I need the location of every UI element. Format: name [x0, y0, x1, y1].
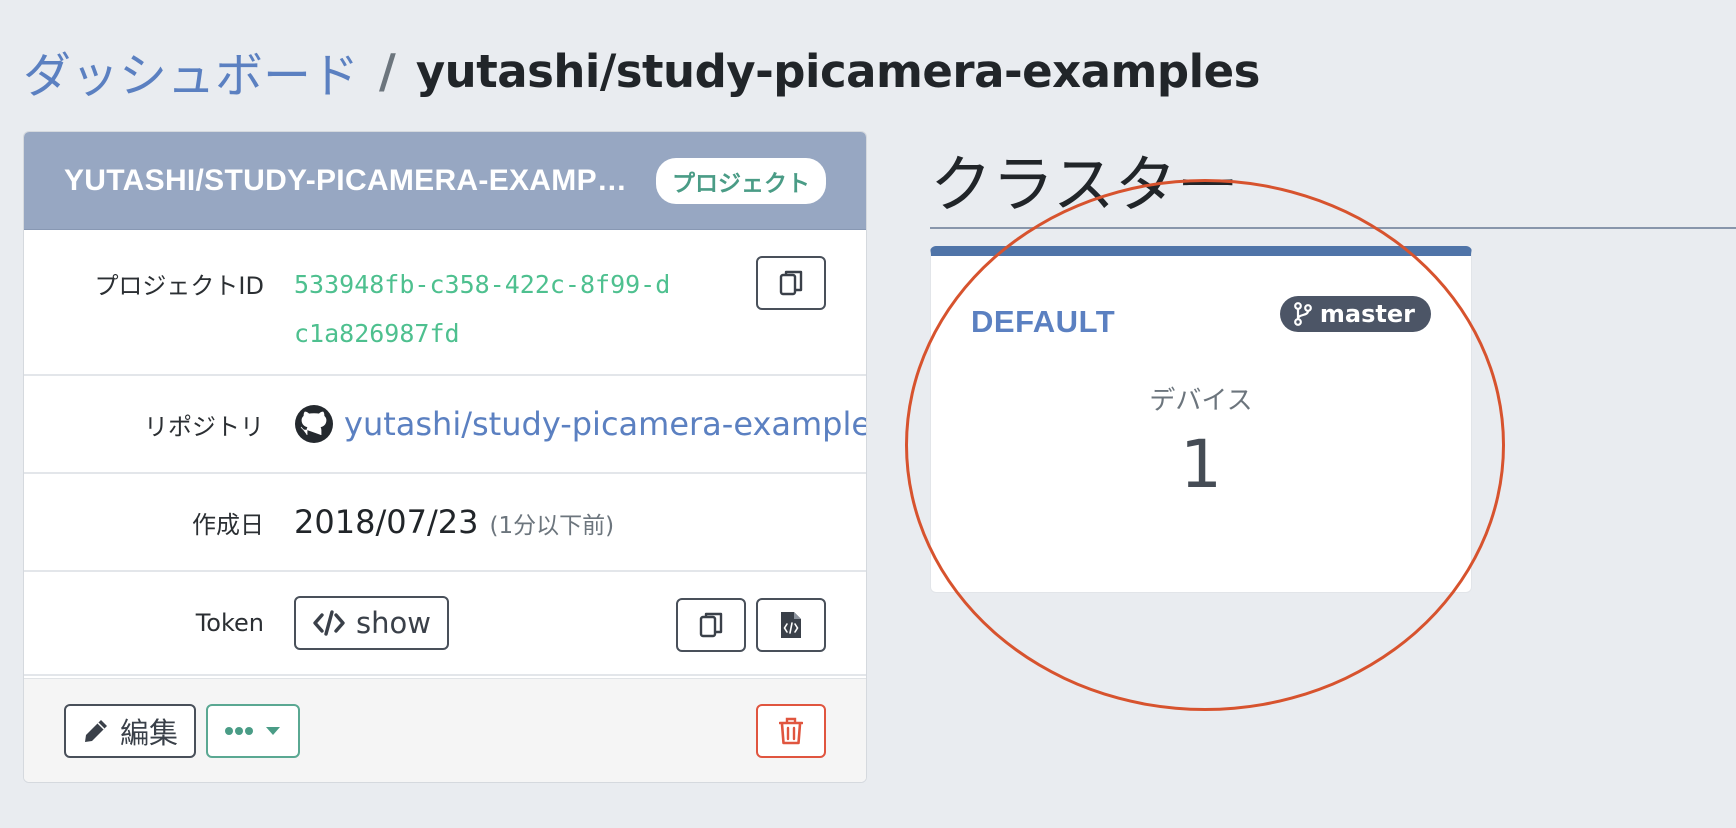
- github-icon: [295, 405, 333, 443]
- repository-value-wrap: yutashi/study-picamera-examples: [294, 404, 867, 444]
- caret-down-icon: [266, 726, 281, 735]
- token-actions: [676, 598, 826, 652]
- show-token-button[interactable]: show: [294, 596, 449, 650]
- project-title: YUTASHI/STUDY-PICAMERA-EXAMPLES: [64, 163, 642, 197]
- repository-link-text: yutashi/study-picamera-examples: [344, 405, 867, 443]
- code-icon: [313, 610, 345, 636]
- copy-token-button[interactable]: [676, 598, 746, 652]
- cluster-name-link[interactable]: DEFAULT: [971, 304, 1115, 340]
- trash-icon: [779, 717, 803, 744]
- created-date: 2018/07/23: [294, 503, 479, 541]
- repository-link[interactable]: yutashi/study-picamera-examples: [294, 404, 867, 444]
- code-file-icon: [781, 612, 801, 638]
- repository-row: リポジトリ yutashi/study-picamera-examples: [24, 376, 866, 474]
- show-token-label: show: [356, 606, 431, 640]
- more-actions-dropdown[interactable]: [206, 703, 301, 758]
- repository-label: リポジトリ: [144, 412, 264, 441]
- token-row: Token show: [24, 572, 866, 676]
- created-row: 作成日 2018/07/23 (1分以下前): [24, 474, 866, 572]
- device-count: 1: [1180, 426, 1222, 503]
- project-id-label: プロジェクトID: [94, 272, 264, 300]
- breadcrumb-separator: /: [379, 44, 396, 98]
- ellipsis-icon: [225, 726, 254, 735]
- project-card: YUTASHI/STUDY-PICAMERA-EXAMPLES プロジェクト プ…: [23, 131, 867, 783]
- breadcrumb-dashboard-link[interactable]: ダッシュボード: [23, 36, 359, 106]
- copy-icon: [779, 270, 803, 296]
- project-id-value: 533948fb-c358-422c-8f99-dc1a826987fd: [294, 270, 671, 348]
- pencil-icon: [85, 719, 107, 742]
- created-value-wrap: 2018/07/23 (1分以下前): [294, 503, 866, 541]
- page: ダッシュボード / yutashi/study-picamera-example…: [0, 0, 1736, 828]
- delete-button[interactable]: [756, 703, 826, 758]
- branch-name: master: [1319, 300, 1415, 328]
- cluster-card[interactable]: DEFAULT master デバイス 1: [930, 246, 1472, 593]
- project-badge: プロジェクト: [656, 157, 826, 204]
- copy-icon: [699, 612, 723, 638]
- cluster-divider: [930, 227, 1736, 229]
- created-relative: (1分以下前): [489, 513, 615, 539]
- git-branch-icon: [1294, 302, 1312, 326]
- breadcrumb-current: yutashi/study-picamera-examples: [415, 44, 1261, 98]
- token-file-button[interactable]: [756, 598, 826, 652]
- branch-badge: master: [1279, 296, 1431, 332]
- project-id-row: プロジェクトID 533948fb-c358-422c-8f99-dc1a826…: [24, 230, 866, 376]
- breadcrumb: ダッシュボード / yutashi/study-picamera-example…: [23, 36, 1260, 106]
- edit-button[interactable]: 編集: [64, 703, 197, 758]
- edit-button-label: 編集: [120, 715, 179, 750]
- cluster-heading: クラスター: [930, 148, 1239, 221]
- created-label: 作成日: [192, 510, 264, 539]
- copy-project-id-button[interactable]: [756, 256, 826, 310]
- project-card-footer: 編集: [24, 678, 866, 782]
- device-label: デバイス: [1149, 386, 1253, 416]
- token-label: Token: [195, 609, 264, 637]
- project-card-header: YUTASHI/STUDY-PICAMERA-EXAMPLES プロジェクト: [24, 132, 866, 230]
